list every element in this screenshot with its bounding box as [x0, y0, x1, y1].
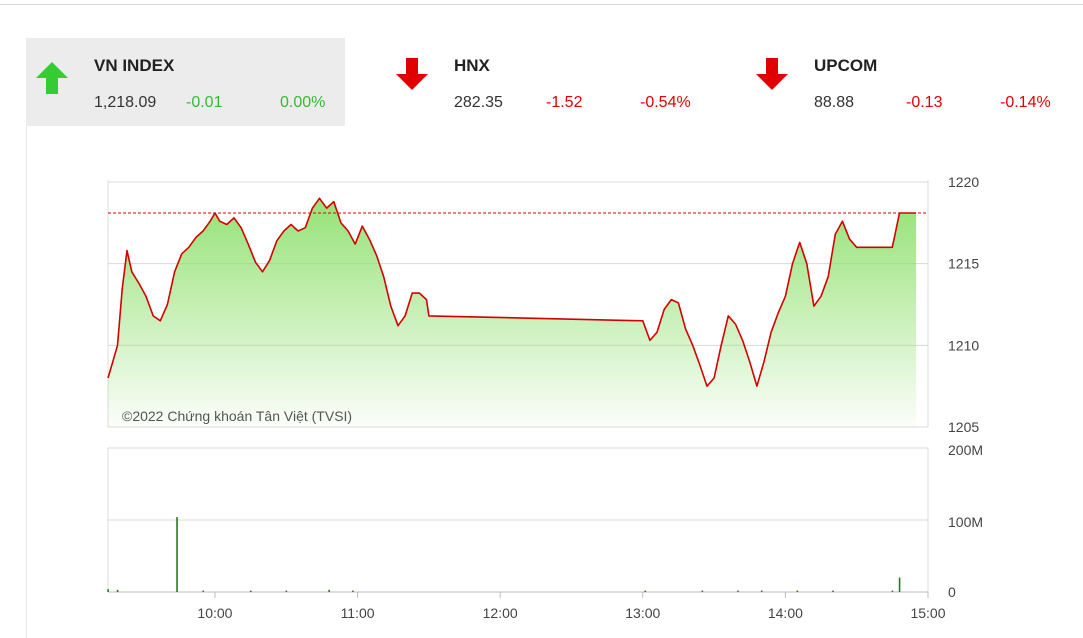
price-y-tick-label: 1220: [948, 174, 979, 190]
volume-bar: [898, 577, 901, 592]
x-tick-label: 15:00: [910, 605, 945, 621]
volume-bar: [176, 517, 178, 592]
volume-bar: [701, 590, 704, 592]
price-y-tick-label: 1215: [948, 256, 979, 272]
price-y-tick-label: 1210: [948, 337, 979, 353]
x-tick-label: 14:00: [768, 605, 803, 621]
volume-bar: [737, 590, 739, 592]
price-y-tick-label: 1205: [948, 419, 979, 435]
volume-bar: [285, 590, 288, 592]
price-area-fill: [108, 198, 917, 427]
volume-y-tick-label: 200M: [948, 442, 983, 458]
x-tick-label: 11:00: [341, 605, 375, 621]
x-tick-label: 13:00: [625, 605, 660, 621]
volume-bar: [891, 590, 894, 592]
volume-bar: [352, 590, 354, 592]
volume-bar: [328, 589, 330, 592]
volume-bar: [249, 590, 252, 592]
x-tick-label: 10:00: [197, 605, 232, 621]
volume-bar: [832, 590, 834, 592]
volume-bar: [760, 590, 763, 592]
volume-bar: [116, 589, 119, 592]
volume-y-tick-label: 0: [948, 584, 956, 600]
x-tick-label: 12:00: [483, 605, 518, 621]
volume-bar: [107, 589, 109, 592]
volume-bar: [796, 590, 799, 592]
volume-y-tick-label: 100M: [948, 514, 983, 530]
volume-bar: [202, 590, 204, 592]
copyright-text: ©2022 Chứng khoán Tân Việt (TVSI): [122, 408, 353, 424]
index-chart[interactable]: 1220 1215 1210 1205 200M 100M 0 10:00 11:00 12:00…: [0, 0, 1083, 638]
volume-bar: [644, 590, 647, 592]
